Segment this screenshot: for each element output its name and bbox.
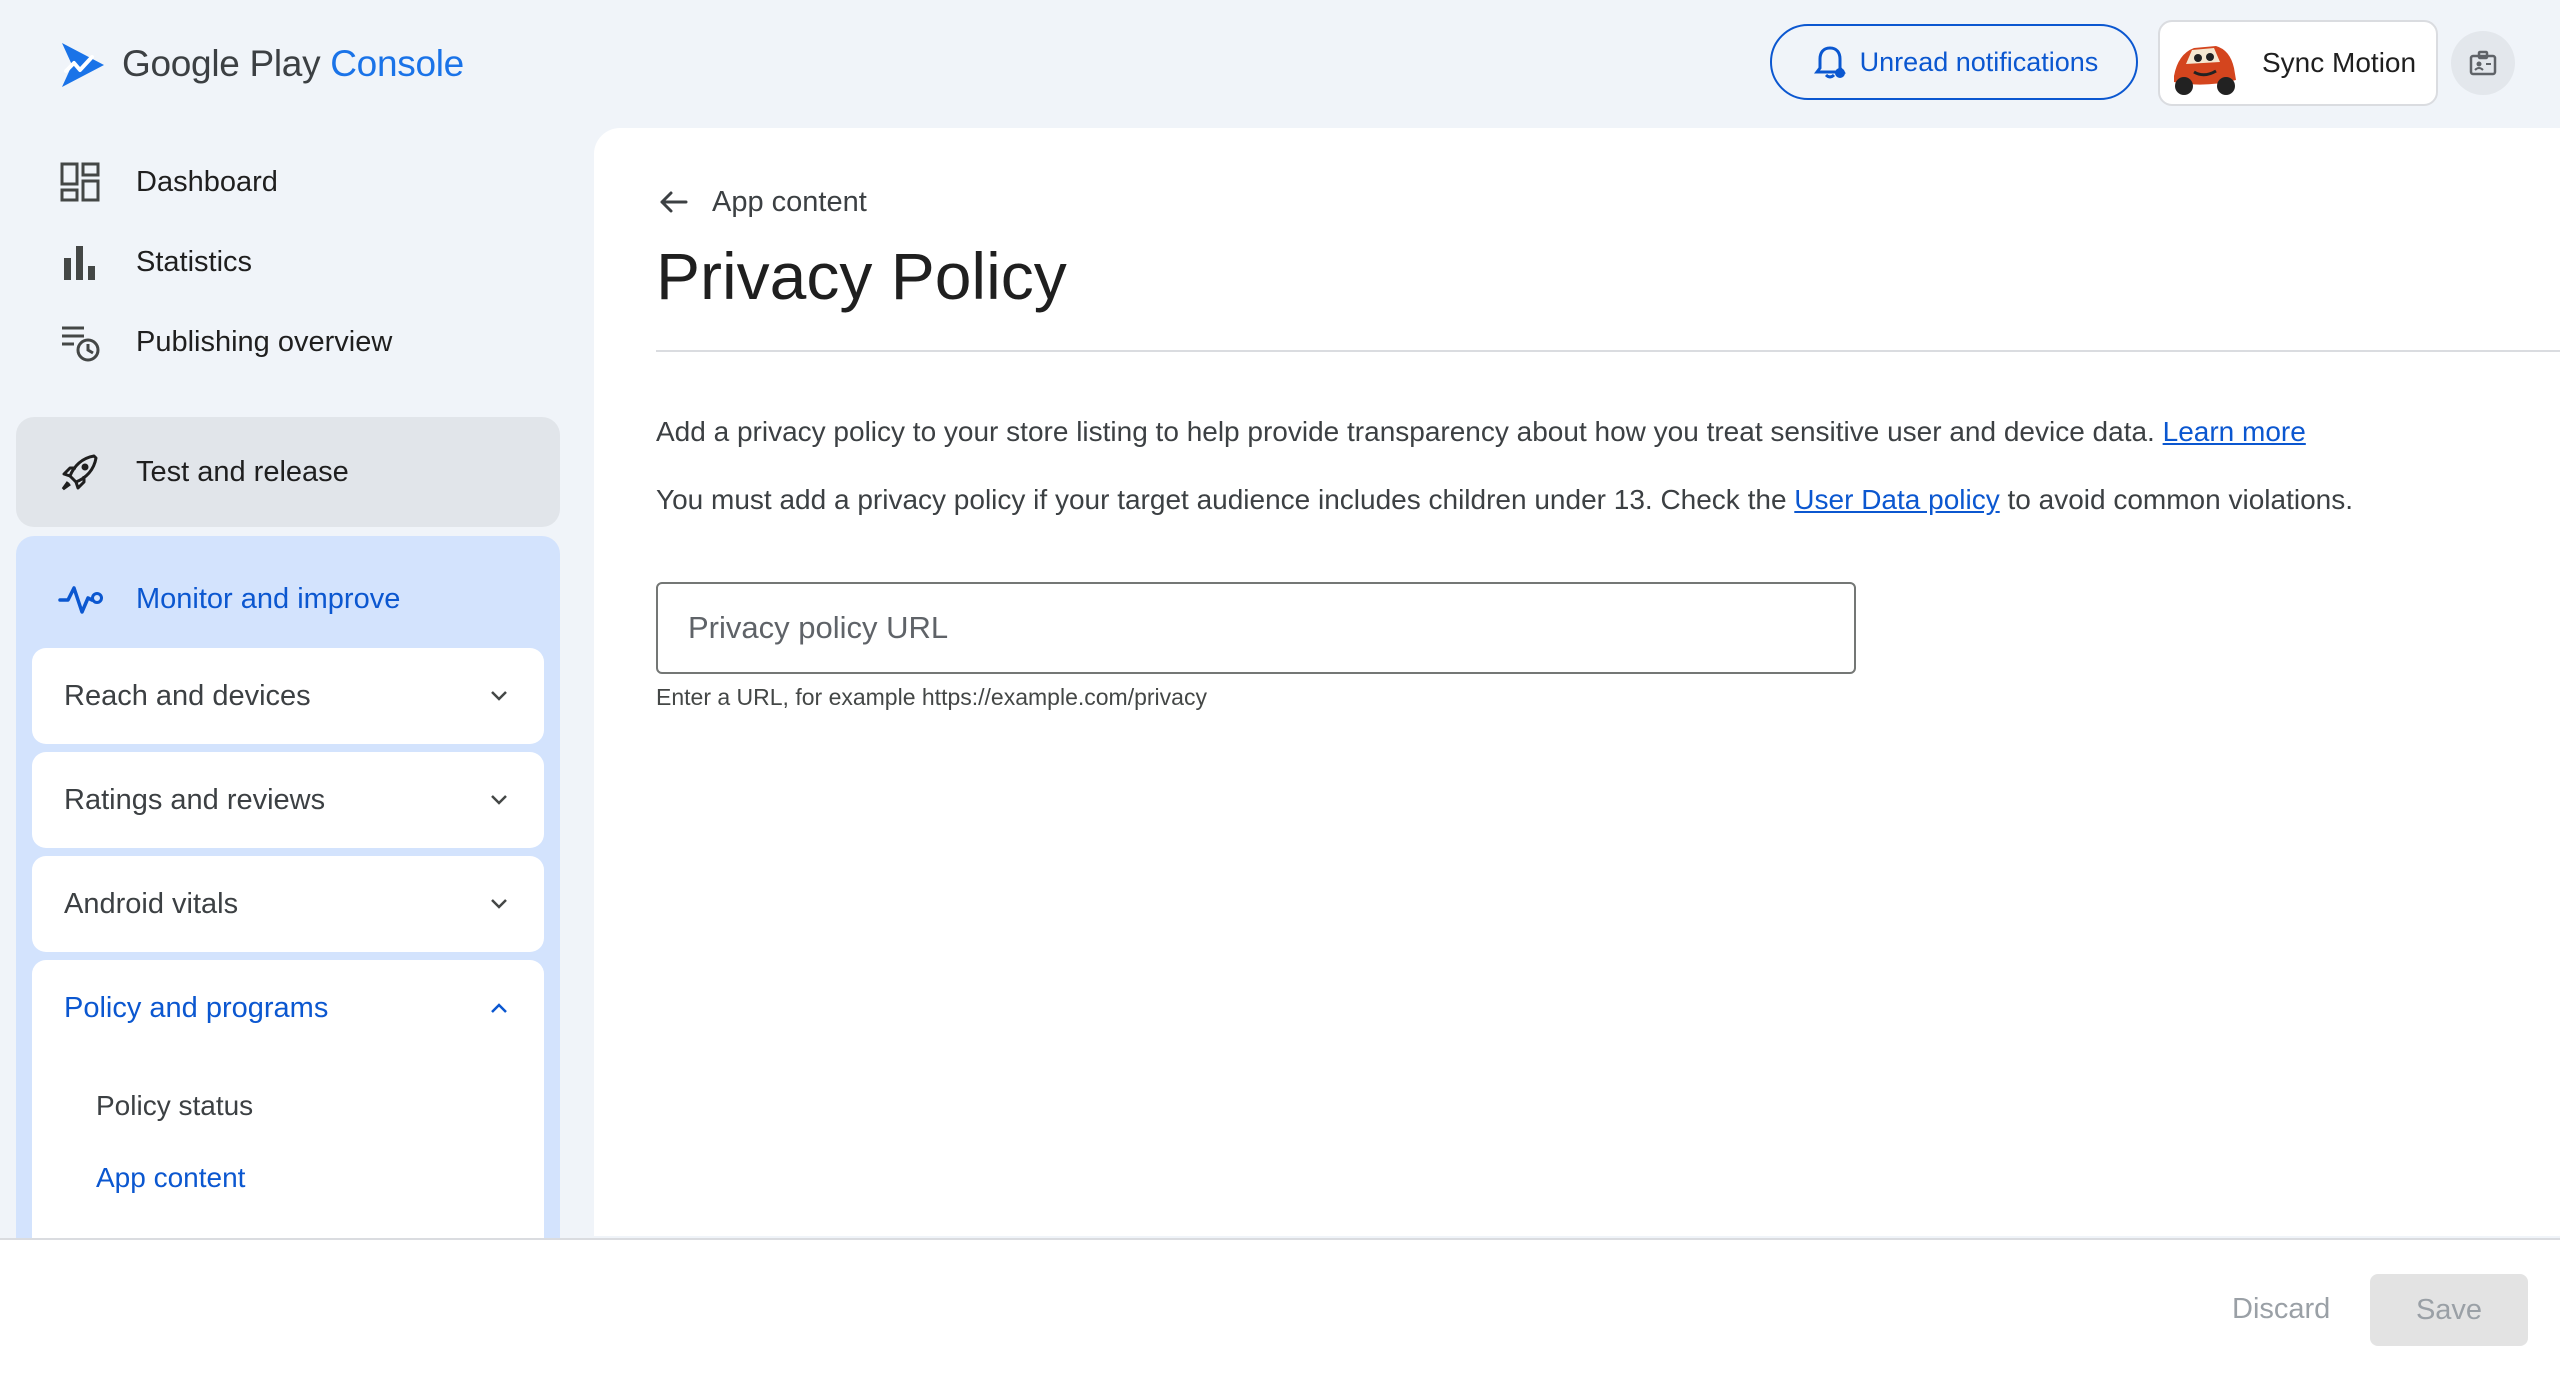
- policy-and-programs-header[interactable]: Policy and programs: [64, 960, 514, 1056]
- sidebar-section-label: Test and release: [136, 455, 349, 488]
- sidebar-item-dashboard[interactable]: Dashboard: [58, 160, 278, 204]
- privacy-policy-url-input[interactable]: [656, 582, 1856, 674]
- brand-name: Google Play Console: [122, 43, 464, 84]
- arrow-back-icon: [660, 191, 688, 213]
- main-content-panel: App content Privacy Policy Add a privacy…: [594, 128, 2560, 1236]
- badge-icon: [2469, 50, 2497, 76]
- sidebar-item-app-content[interactable]: App content: [96, 1162, 245, 1194]
- page-title: Privacy Policy: [656, 239, 1067, 313]
- unread-notifications-button[interactable]: Unread notifications: [1770, 24, 2138, 100]
- url-helper-text: Enter a URL, for example https://example…: [656, 684, 1207, 710]
- account-name: Sync Motion: [2262, 47, 2417, 78]
- app-avatar: [2164, 24, 2242, 102]
- learn-more-link[interactable]: Learn more: [2163, 416, 2306, 447]
- back-to-app-content-link[interactable]: App content: [656, 184, 867, 220]
- sidebar-group-label: Policy and programs: [64, 991, 329, 1024]
- account-switcher[interactable]: Sync Motion: [2158, 20, 2438, 106]
- sidebar-group-label: Ratings and reviews: [64, 783, 326, 816]
- note-text-end: to avoid common violations.: [2007, 484, 2353, 515]
- user-data-policy-link[interactable]: User Data policy: [1794, 484, 1999, 515]
- save-button[interactable]: Save: [2370, 1274, 2528, 1346]
- rocket-icon: [61, 454, 98, 491]
- sidebar-group-ratings-and-reviews[interactable]: Ratings and reviews: [32, 752, 544, 848]
- monitor-and-improve-header[interactable]: Monitor and improve: [58, 576, 400, 622]
- sidebar-item-label: Publishing overview: [136, 325, 393, 358]
- chevron-down-icon: [491, 899, 507, 909]
- note-text-start: You must add a privacy policy if your ta…: [656, 484, 1787, 515]
- chevron-up-icon: [491, 1003, 507, 1013]
- sidebar-item-publishing-overview[interactable]: Publishing overview: [58, 320, 392, 364]
- sidebar-item-statistics[interactable]: Statistics: [58, 240, 252, 284]
- play-console-logo[interactable]: Google Play Console: [58, 36, 464, 92]
- play-console-logo-icon: [62, 43, 104, 87]
- chevron-down-icon: [491, 691, 507, 701]
- children-policy-note: You must add a privacy policy if your ta…: [656, 484, 2353, 516]
- description-text: Add a privacy policy to your store listi…: [656, 416, 2155, 447]
- title-divider: [656, 350, 2560, 352]
- publishing-overview-icon: [62, 326, 100, 362]
- bottom-action-bar: Discard Save: [0, 1238, 2560, 1376]
- notifications-label: Unread notifications: [1859, 46, 2099, 77]
- sidebar-group-reach-and-devices[interactable]: Reach and devices: [32, 648, 544, 744]
- sidebar-section-test-and-release[interactable]: Test and release: [16, 417, 560, 527]
- monitor-pulse-icon: [58, 586, 103, 614]
- dashboard-icon: [60, 162, 100, 202]
- privacy-description: Add a privacy policy to your store listi…: [656, 416, 2306, 448]
- sidebar-group-android-vitals[interactable]: Android vitals: [32, 856, 544, 952]
- bell-icon: [1813, 46, 1846, 79]
- sidebar-item-label: Statistics: [136, 245, 253, 278]
- sidebar-section-label: Monitor and improve: [136, 582, 401, 615]
- sidebar-item-label: Dashboard: [136, 165, 278, 198]
- chevron-down-icon: [491, 795, 507, 805]
- developer-account-button[interactable]: [2451, 31, 2515, 95]
- discard-button[interactable]: Discard: [2226, 1292, 2336, 1327]
- sidebar-group-label: Android vitals: [64, 887, 239, 920]
- sidebar-item-policy-status[interactable]: Policy status: [96, 1090, 253, 1122]
- bar-chart-icon: [64, 246, 95, 280]
- sidebar-group-label: Reach and devices: [64, 679, 311, 712]
- back-link-label: App content: [712, 185, 867, 218]
